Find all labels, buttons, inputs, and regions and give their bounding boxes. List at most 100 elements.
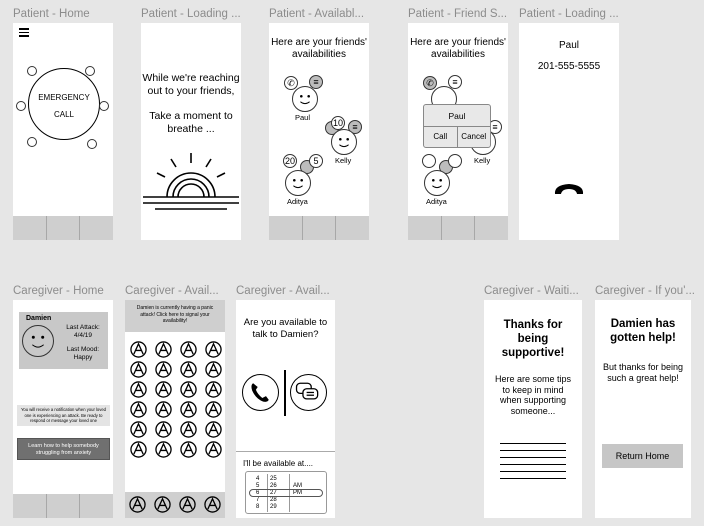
availability-a-icon[interactable]	[130, 381, 147, 398]
availability-a-icon[interactable]	[130, 361, 147, 378]
hour-option[interactable]: 4	[256, 476, 266, 483]
friend-face-icon[interactable]	[99, 101, 109, 111]
loading-text-2: out to your friends,	[147, 85, 235, 97]
hour-option[interactable]: 7	[256, 497, 266, 504]
panic-alert-banner[interactable]: Damien is currently having a panic attac…	[125, 300, 225, 332]
availability-a-icon[interactable]	[130, 401, 147, 418]
minute-option[interactable]: 25	[270, 476, 284, 483]
availability-row	[130, 441, 222, 458]
friend-name-aditya: Aditya	[287, 197, 308, 206]
availability-a-icon[interactable]	[180, 341, 197, 358]
availability-a-icon[interactable]	[205, 341, 222, 358]
availability-a-icon[interactable]	[180, 421, 197, 438]
tips-list-placeholder	[500, 443, 566, 479]
availability-question-2: talk to Damien?	[252, 329, 319, 340]
availability-a-icon[interactable]	[205, 421, 222, 438]
availability-a-icon[interactable]	[204, 496, 221, 513]
menu-icon[interactable]	[19, 28, 29, 37]
friend-name-paul: Paul	[295, 113, 311, 122]
availability-a-icon[interactable]	[180, 381, 197, 398]
tab-1[interactable]	[408, 216, 442, 240]
availability-row	[130, 341, 222, 358]
friend-face-icon[interactable]	[85, 66, 95, 76]
availability-a-icon[interactable]	[155, 381, 172, 398]
tab-bar	[13, 494, 113, 518]
tab-2[interactable]	[47, 216, 81, 240]
hang-up-icon[interactable]	[552, 181, 586, 197]
availability-a-icon[interactable]	[155, 361, 172, 378]
frame-label-patient-calling: Patient - Loading ...	[519, 8, 619, 20]
learn-help-button[interactable]: Learn how to help somebody struggling fr…	[17, 438, 110, 460]
availability-a-icon[interactable]	[180, 361, 197, 378]
tab-3[interactable]	[475, 216, 508, 240]
hour-option[interactable]: 8	[256, 504, 266, 511]
availability-row	[130, 361, 222, 378]
emergency-call-button[interactable]: EMERGENCY CALL	[28, 68, 100, 140]
availability-a-icon[interactable]	[180, 441, 197, 458]
availability-a-icon[interactable]	[205, 361, 222, 378]
tab-1[interactable]	[13, 494, 47, 518]
availability-a-icon[interactable]	[155, 401, 172, 418]
tab-bar	[13, 216, 113, 240]
availability-a-icon[interactable]	[154, 496, 171, 513]
friend-face-icon[interactable]	[27, 66, 37, 76]
availability-a-icon[interactable]	[205, 441, 222, 458]
screen-caregiver-waiting: Thanks for being supportive! Here are so…	[484, 300, 582, 518]
availability-a-icon[interactable]	[205, 381, 222, 398]
last-mood-label: Last Mood:	[66, 346, 100, 353]
availability-heading-1: Here are your friends'	[410, 37, 506, 48]
tab-3[interactable]	[336, 216, 369, 240]
last-mood-value: Happy	[73, 354, 93, 361]
tab-2[interactable]	[442, 216, 476, 240]
availability-a-icon[interactable]	[130, 421, 147, 438]
friend-face-icon[interactable]	[27, 137, 37, 147]
minute-option[interactable]: 29	[270, 504, 284, 511]
friend-avatar-aditya[interactable]	[424, 170, 450, 196]
frame-label-patient-availabilities: Patient - Availabl...	[269, 8, 365, 20]
friend-avatar-kelly[interactable]	[331, 129, 357, 155]
frame-label-patient-friend-select: Patient - Friend S...	[408, 8, 508, 20]
friend-avatar-paul[interactable]	[292, 86, 318, 112]
screen-caregiver-done: Damien has gotten help! But thanks for b…	[595, 300, 691, 518]
availability-a-icon[interactable]	[179, 496, 196, 513]
tab-1[interactable]	[13, 216, 47, 240]
availability-a-icon[interactable]	[129, 496, 146, 513]
breathe-text-1: Take a moment to	[149, 110, 233, 122]
sunrise-icon	[143, 153, 239, 210]
minute-option[interactable]: 28	[270, 497, 284, 504]
availability-a-icon[interactable]	[205, 401, 222, 418]
tab-2[interactable]	[303, 216, 337, 240]
call-label: CALL	[53, 110, 74, 119]
availability-a-icon[interactable]	[155, 441, 172, 458]
availability-row	[130, 381, 222, 398]
tab-3[interactable]	[80, 494, 113, 518]
friend-face-icon[interactable]	[16, 101, 26, 111]
availability-a-icon[interactable]	[130, 341, 147, 358]
return-home-button[interactable]: Return Home	[602, 444, 683, 468]
done-text-1: But thanks for being	[602, 362, 684, 372]
friend-face-icon[interactable]	[87, 139, 97, 149]
call-option-button[interactable]	[242, 374, 279, 411]
tab-2[interactable]	[47, 494, 81, 518]
tab-1[interactable]	[269, 216, 303, 240]
time-picker[interactable]: 45678 25 26 27 28 29 AM PM	[245, 471, 327, 514]
availability-a-icon[interactable]	[155, 341, 172, 358]
availability-heading-1: Here are your friends'	[271, 37, 367, 48]
thanks-title-3: supportive!	[501, 347, 565, 359]
message-option-button[interactable]	[290, 374, 327, 411]
availability-heading-2: availabilities	[431, 49, 485, 60]
patient-card[interactable]: Damien Last Attack: 4/4/19 Last Mood: Ha…	[19, 312, 108, 369]
call-button[interactable]: Call	[424, 127, 458, 147]
availability-a-icon[interactable]	[130, 441, 147, 458]
tab-bar	[408, 216, 508, 240]
bottom-bar	[125, 492, 225, 518]
selected-time-highlight	[249, 489, 323, 497]
availability-a-icon[interactable]	[180, 401, 197, 418]
friend-avatar-aditya[interactable]	[285, 170, 311, 196]
cancel-button[interactable]: Cancel	[458, 127, 491, 147]
thanks-title-2: being	[517, 333, 549, 345]
time-badge	[422, 154, 436, 168]
availability-a-icon[interactable]	[155, 421, 172, 438]
time-badge: 10	[331, 116, 345, 130]
tab-3[interactable]	[80, 216, 113, 240]
